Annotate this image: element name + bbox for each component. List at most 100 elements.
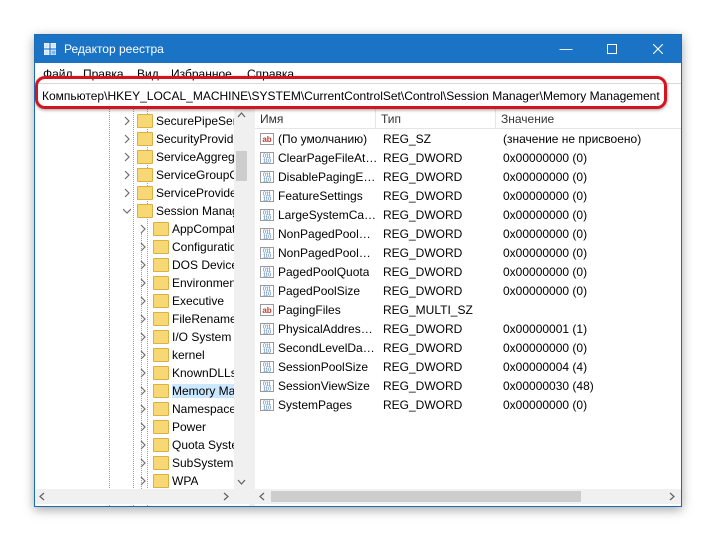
tree-item[interactable]: Namespace Separation	[35, 400, 235, 418]
column-divider[interactable]	[375, 108, 376, 128]
tree-item[interactable]: DOS Devices	[35, 256, 235, 274]
tree-item[interactable]: SecurityProviders	[35, 130, 235, 148]
value-name: SessionViewSize	[278, 379, 370, 393]
value-name: ClearPageFileAtShutdown	[278, 151, 378, 165]
value-row[interactable]: 011110 NonPagedPoolQuota REG_DWORD 0x000000…	[255, 225, 681, 244]
tree-item[interactable]: ServiceAggregatedEvents	[35, 148, 235, 166]
tree-item[interactable]: ServiceGroupOrder	[35, 166, 235, 184]
chevron-right-icon[interactable]	[139, 296, 147, 306]
binary-value-icon: 011110	[260, 285, 274, 298]
tree-item-label: ServiceGroupOrder	[156, 168, 234, 182]
scroll-right-icon[interactable]	[665, 489, 679, 504]
binary-value-icon: 011110	[260, 266, 274, 279]
tree-vertical-scrollbar[interactable]	[234, 108, 249, 489]
tree-item[interactable]: WPA	[35, 472, 235, 490]
value-row[interactable]: 011 110 PagedPoolSize REG_DWORD 0x00000000 (…	[255, 282, 681, 301]
tree-item[interactable]: Executive	[35, 292, 235, 310]
string-value-icon: ab	[260, 133, 274, 145]
tree-item-label: kernel	[172, 348, 205, 362]
chevron-right-icon[interactable]	[139, 404, 147, 414]
value-row[interactable]: 011 110 LargeSystemCache REG_DWORD 0x0000000…	[255, 206, 681, 225]
list-horizontal-scrollbar[interactable]	[255, 489, 681, 504]
chevron-down-icon[interactable]	[123, 206, 131, 216]
value-type: REG_DWORD	[383, 360, 463, 374]
tree-item[interactable]: SecurePipeServers	[35, 112, 235, 130]
value-row[interactable]: 011 110 PagedPoolQuota REG_DWORD 0x00000000 …	[255, 263, 681, 282]
list-scroll-thumb[interactable]	[271, 491, 581, 502]
tree-item[interactable]: Environment	[35, 274, 235, 292]
scroll-right-icon[interactable]	[219, 489, 233, 504]
chevron-right-icon[interactable]	[139, 458, 147, 468]
chevron-right-icon[interactable]	[123, 188, 131, 198]
chevron-right-icon[interactable]	[139, 386, 147, 396]
tree-item[interactable]: SubSystems	[35, 454, 235, 472]
scroll-up-icon[interactable]	[234, 108, 249, 122]
tree-item[interactable]: KnownDLLs	[35, 364, 235, 382]
scroll-down-icon[interactable]	[234, 475, 249, 489]
chevron-right-icon[interactable]	[139, 278, 147, 288]
chevron-right-icon[interactable]	[139, 242, 147, 252]
value-row[interactable]: 011 110 SystemPages REG_DWORD 0x00000000 (0)	[255, 396, 681, 415]
value-data: 0x00000030 (48)	[503, 379, 594, 393]
chevron-right-icon[interactable]	[139, 440, 147, 450]
folder-icon	[153, 366, 169, 380]
title-bar[interactable]: Редактор реестра —	[35, 35, 681, 63]
tree-scroll-thumb[interactable]	[236, 151, 247, 181]
chevron-right-icon[interactable]	[139, 332, 147, 342]
value-type: REG_DWORD	[383, 379, 463, 393]
column-header-type[interactable]: Тип	[381, 112, 401, 126]
value-data: 0x00000000 (0)	[503, 265, 588, 279]
binary-value-icon: 011110	[260, 247, 274, 260]
tree-item[interactable]: Power	[35, 418, 235, 436]
maximize-button[interactable]	[589, 35, 635, 63]
column-header-name[interactable]: Имя	[260, 112, 283, 126]
chevron-right-icon[interactable]	[139, 476, 147, 486]
column-header-value[interactable]: Значение	[501, 112, 554, 126]
scroll-left-icon[interactable]	[255, 489, 269, 504]
tree-item-label: KnownDLLs	[172, 366, 234, 380]
chevron-right-icon[interactable]	[139, 368, 147, 378]
chevron-right-icon[interactable]	[123, 152, 131, 162]
folder-icon	[137, 114, 153, 128]
tree-horizontal-scrollbar[interactable]	[35, 489, 249, 504]
chevron-right-icon[interactable]	[139, 224, 147, 234]
folder-icon	[153, 438, 169, 452]
folder-icon	[153, 240, 169, 254]
value-row[interactable]: 011110 PhysicalAddressExtension REG_DWORD 0…	[255, 320, 681, 339]
tree-item[interactable]: Memory Management	[35, 382, 235, 400]
close-icon	[652, 43, 664, 55]
chevron-right-icon[interactable]	[123, 116, 131, 126]
value-row[interactable]: 011 110 FeatureSettings REG_DWORD 0x00000000…	[255, 187, 681, 206]
tree-item[interactable]: Quota System	[35, 436, 235, 454]
tree-item[interactable]: kernel	[35, 346, 235, 364]
tree-item[interactable]: ServiceProvider	[35, 184, 235, 202]
tree-item[interactable]: Configuration Manager	[35, 238, 235, 256]
column-divider[interactable]	[495, 108, 496, 128]
value-row[interactable]: 011110 DisablePagingExecutive REG_DWORD 0x0…	[255, 168, 681, 187]
tree-item[interactable]: FileRenameOperations	[35, 310, 235, 328]
chevron-right-icon[interactable]	[123, 170, 131, 180]
scroll-left-icon[interactable]	[35, 489, 49, 504]
value-row[interactable]: 011 110 SessionViewSize REG_DWORD 0x00000030…	[255, 377, 681, 396]
value-name: LargeSystemCache	[278, 208, 378, 222]
tree-item[interactable]: I/O System	[35, 328, 235, 346]
chevron-right-icon[interactable]	[139, 314, 147, 324]
value-row[interactable]: ab PagingFiles REG_MULTI_SZ	[255, 301, 681, 320]
chevron-right-icon[interactable]	[139, 422, 147, 432]
chevron-right-icon[interactable]	[139, 260, 147, 270]
tree-item[interactable]: Session Manager	[35, 202, 235, 220]
value-row[interactable]: 011 110 SessionPoolSize REG_DWORD 0x00000004…	[255, 358, 681, 377]
value-row[interactable]: ab (По умолчанию) REG_SZ (значение не присв…	[255, 130, 681, 149]
value-row[interactable]: 011 110 NonPagedPoolSize REG_DWORD 0x0000000…	[255, 244, 681, 263]
folder-icon	[137, 204, 153, 218]
svg-text:110: 110	[263, 368, 271, 374]
close-button[interactable]	[635, 35, 681, 63]
chevron-right-icon[interactable]	[139, 350, 147, 360]
value-row[interactable]: 011110 ClearPageFileAtShutdown REG_DWORD 0x…	[255, 149, 681, 168]
value-data: 0x00000001 (1)	[503, 322, 588, 336]
value-row[interactable]: 011110 SecondLevelDataCache REG_DWORD 0x000…	[255, 339, 681, 358]
tree-item[interactable]: AppCompatCache	[35, 220, 235, 238]
chevron-right-icon[interactable]	[123, 134, 131, 144]
address-highlight-outline	[35, 76, 667, 109]
minimize-button[interactable]: —	[543, 35, 589, 63]
